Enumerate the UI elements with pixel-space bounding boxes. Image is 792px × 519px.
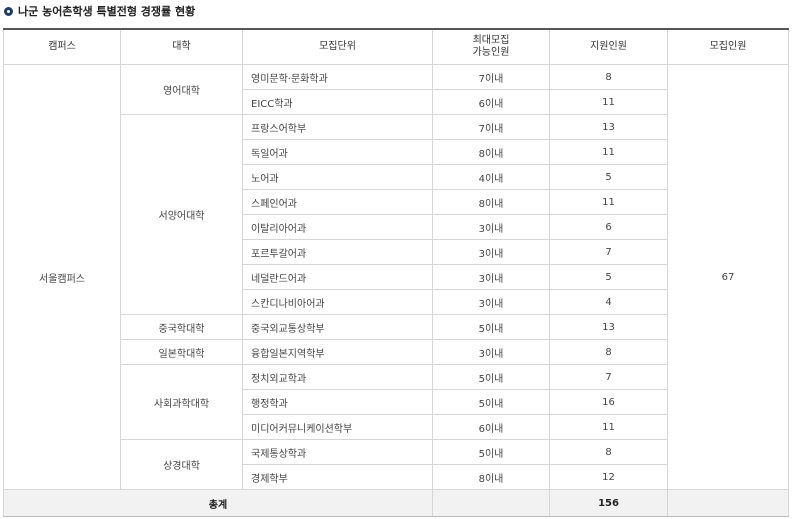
max-cell: 3이내 [432, 339, 550, 365]
header-max-line1: 최대모집 [472, 35, 510, 46]
header-applicants: 지원인원 [549, 28, 668, 65]
total-label: 총계 [3, 489, 433, 517]
campus-cell: 서울캠퍼스 [3, 64, 121, 490]
max-cell: 4이내 [432, 164, 550, 190]
applicants-cell: 5 [549, 164, 668, 190]
unit-cell: 경제학부 [242, 464, 433, 490]
table-body: 서울캠퍼스 영어대학 영미문학·문화학과 7이내 8 67 EICC학과 6이내 11 서양어대학… [3, 64, 789, 490]
unit-cell: 국제통상학과 [242, 439, 433, 465]
college-cell: 서양어대학 [120, 114, 243, 315]
college-cell: 상경대학 [120, 439, 243, 490]
max-cell: 3이내 [432, 264, 550, 290]
applicants-cell: 13 [549, 114, 668, 140]
header-recruit: 모집인원 [667, 28, 789, 65]
header-max-line2: 가능인원 [472, 47, 510, 58]
max-cell: 7이내 [432, 64, 550, 90]
unit-cell: 노어과 [242, 164, 433, 190]
recruit-cell: 67 [667, 64, 789, 490]
unit-cell: 네덜란드어과 [242, 264, 433, 290]
max-cell: 3이내 [432, 214, 550, 240]
unit-cell: 미디어커뮤니케이션학부 [242, 414, 433, 440]
max-cell: 5이내 [432, 389, 550, 415]
applicants-cell: 11 [549, 189, 668, 215]
section-title-text: 나군 농어촌학생 특별전형 경쟁률 현황 [18, 5, 196, 18]
max-cell: 5이내 [432, 364, 550, 390]
max-cell: 3이내 [432, 239, 550, 265]
total-max [432, 489, 550, 517]
unit-cell: 행정학과 [242, 389, 433, 415]
total-row: 총계 156 [3, 489, 789, 517]
bullet-icon [4, 6, 13, 16]
unit-cell: 포르투갈어과 [242, 239, 433, 265]
max-cell: 6이내 [432, 89, 550, 115]
college-cell: 중국학대학 [120, 314, 243, 340]
section-title: 나군 농어촌학생 특별전형 경쟁률 현황 [4, 3, 195, 19]
max-cell: 8이내 [432, 189, 550, 215]
table-row: 서울캠퍼스 영어대학 영미문학·문화학과 7이내 8 67 [3, 64, 789, 490]
applicants-cell: 12 [549, 464, 668, 490]
college-cell: 일본학대학 [120, 339, 243, 365]
applicants-cell: 11 [549, 139, 668, 165]
unit-cell: 정치외교학과 [242, 364, 433, 390]
competition-table: 캠퍼스 대학 모집단위 최대모집 가능인원 지원인원 모집인원 서울캠퍼스 영어대학… [3, 28, 789, 517]
college-cell: 영어대학 [120, 64, 243, 115]
max-cell: 5이내 [432, 314, 550, 340]
applicants-cell: 7 [549, 364, 668, 390]
unit-cell: EICC학과 [242, 89, 433, 115]
applicants-cell: 6 [549, 214, 668, 240]
applicants-cell: 4 [549, 289, 668, 315]
applicants-cell: 8 [549, 339, 668, 365]
header-row: 캠퍼스 대학 모집단위 최대모집 가능인원 지원인원 모집인원 [3, 28, 789, 65]
unit-cell: 중국외교통상학부 [242, 314, 433, 340]
header-college: 대학 [120, 28, 243, 65]
applicants-cell: 5 [549, 264, 668, 290]
applicants-cell: 16 [549, 389, 668, 415]
unit-cell: 독일어과 [242, 139, 433, 165]
applicants-cell: 11 [549, 414, 668, 440]
header-unit: 모집단위 [242, 28, 433, 65]
unit-cell: 영미문학·문화학과 [242, 64, 433, 90]
applicants-cell: 13 [549, 314, 668, 340]
header-max: 최대모집 가능인원 [432, 28, 550, 65]
college-cell: 사회과학대학 [120, 364, 243, 440]
header-campus: 캠퍼스 [3, 28, 121, 65]
applicants-cell: 11 [549, 89, 668, 115]
max-cell: 6이내 [432, 414, 550, 440]
max-cell: 8이내 [432, 139, 550, 165]
total-applicants: 156 [549, 489, 668, 517]
max-cell: 8이내 [432, 464, 550, 490]
unit-cell: 스칸디나비아어과 [242, 289, 433, 315]
applicants-cell: 7 [549, 239, 668, 265]
max-cell: 5이내 [432, 439, 550, 465]
unit-cell: 융합일본지역학부 [242, 339, 433, 365]
unit-cell: 프랑스어학부 [242, 114, 433, 140]
applicants-cell: 8 [549, 439, 668, 465]
max-cell: 3이내 [432, 289, 550, 315]
total-recruit [667, 489, 789, 517]
applicants-cell: 8 [549, 64, 668, 90]
unit-cell: 이탈리아어과 [242, 214, 433, 240]
unit-cell: 스페인어과 [242, 189, 433, 215]
max-cell: 7이내 [432, 114, 550, 140]
